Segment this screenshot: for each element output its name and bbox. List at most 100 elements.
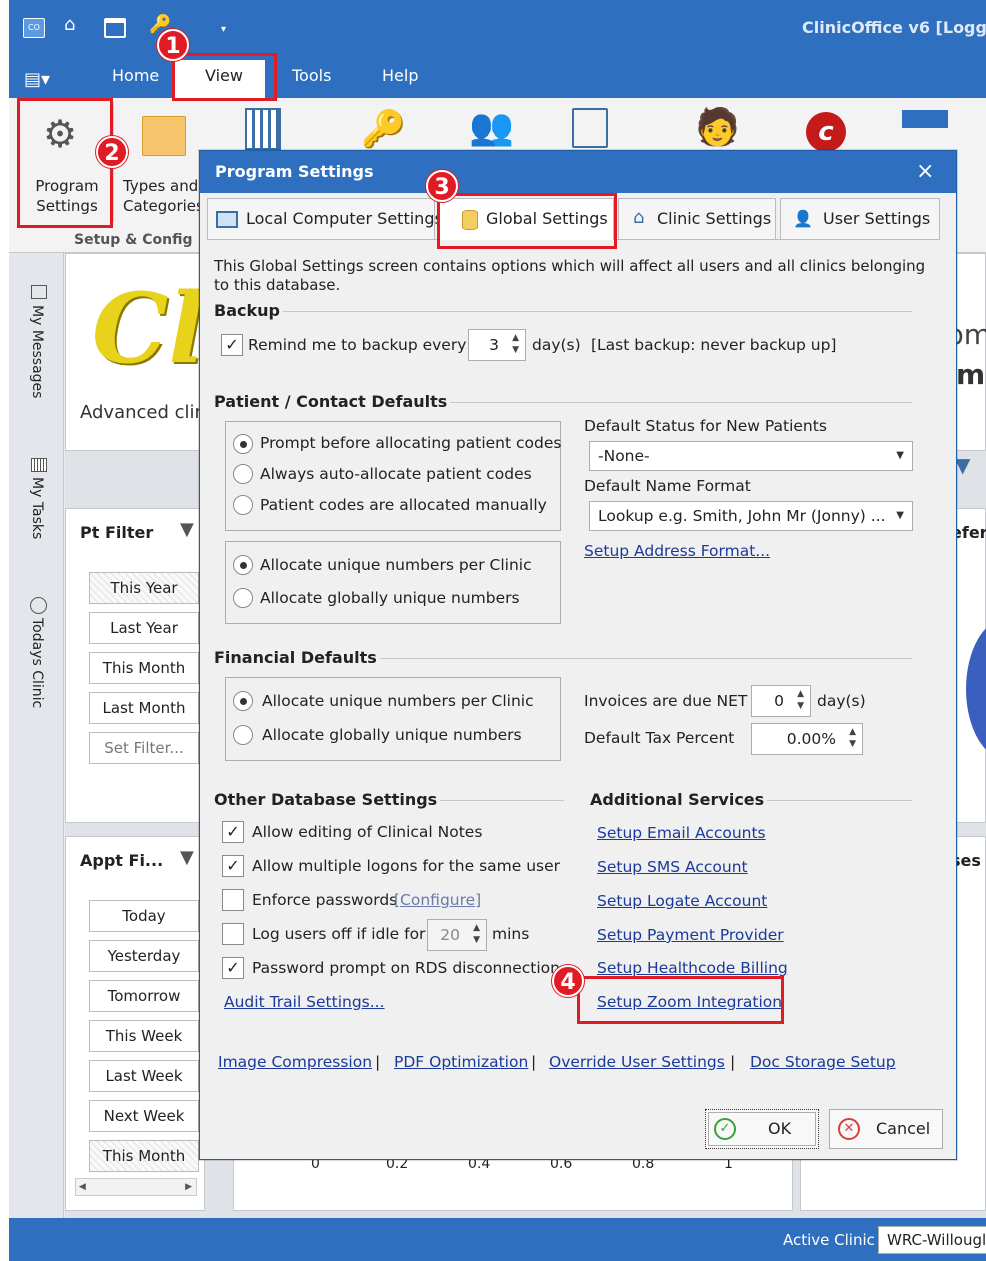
appt-filter-next-week[interactable]: Next Week (89, 1100, 199, 1132)
tab-local-computer-settings[interactable]: Local Computer Settings (207, 198, 443, 240)
calendar-icon[interactable] (104, 18, 126, 38)
invoice-days-spinner[interactable]: 0 ▲ ▼ (751, 685, 811, 717)
allow-multi-checkbox[interactable]: ✓ (222, 855, 244, 877)
radio-manual-codes[interactable] (233, 495, 253, 515)
idle-minutes-spinner[interactable]: 20 ▲ ▼ (427, 919, 487, 951)
name-format-select[interactable]: Lookup e.g. Smith, John Mr (Jonny) ... ▼ (589, 501, 913, 531)
tab-clinic-settings[interactable]: ⌂ Clinic Settings (618, 198, 776, 240)
users-icon[interactable]: 👥 (469, 106, 514, 148)
enforce-passwords-label: Enforce passwords (252, 891, 398, 909)
override-user-settings-link[interactable]: Override User Settings (549, 1053, 725, 1071)
ribbon-group-label: Setup & Config (74, 232, 193, 248)
image-compression-link[interactable]: Image Compression (218, 1053, 372, 1071)
setup-sms-link[interactable]: Setup SMS Account (597, 858, 748, 876)
rds-label: Password prompt on RDS disconnection (252, 959, 560, 977)
setup-email-link[interactable]: Setup Email Accounts (597, 824, 766, 842)
label-auto-codes: Always auto-allocate patient codes (260, 465, 532, 483)
setup-payment-link[interactable]: Setup Payment Provider (597, 926, 784, 944)
home-icon[interactable]: ⌂ (64, 14, 75, 35)
network-icon[interactable] (572, 108, 608, 148)
remind-backup-checkbox[interactable]: ✓ (221, 334, 243, 356)
appt-filter-this-month[interactable]: This Month (89, 1140, 199, 1172)
link-separator: | (531, 1053, 537, 1071)
filter-this-month[interactable]: This Month (89, 652, 199, 684)
logoff-idle-label: Log users off if idle for (252, 925, 426, 943)
todays-clinic-tab[interactable]: Todays Clinic (29, 618, 45, 708)
appt-filter-tomorrow[interactable]: Tomorrow (89, 980, 199, 1012)
menu-home[interactable]: Home (112, 66, 159, 85)
my-tasks-tab[interactable]: My Tasks (29, 477, 45, 539)
spinner-arrows-icon[interactable]: ▲ ▼ (473, 922, 480, 946)
filter-set-filter[interactable]: Set Filter... (89, 732, 199, 764)
label-manual-codes: Patient codes are allocated manually (260, 496, 547, 514)
address-format-link[interactable]: Setup Address Format... (584, 542, 770, 560)
logoff-idle-checkbox[interactable] (222, 923, 244, 945)
audit-trail-link[interactable]: Audit Trail Settings... (224, 993, 385, 1011)
annotation-box-global-settings (437, 193, 617, 249)
idle-minutes-unit: mins (492, 925, 530, 943)
folder-icon[interactable] (142, 116, 186, 156)
annotation-box-program-settings (17, 98, 113, 228)
filter-last-month[interactable]: Last Month (89, 692, 199, 724)
blue-window-icon[interactable] (902, 110, 948, 128)
radio-auto-codes[interactable] (233, 464, 253, 484)
appt-filter-yesterday[interactable]: Yesterday (89, 940, 199, 972)
radio-unique-per-clinic[interactable] (233, 555, 253, 575)
active-clinic-select[interactable]: WRC-Willougl (878, 1226, 986, 1254)
cancel-button[interactable]: ✕ Cancel (829, 1109, 943, 1149)
dropdown-arrow-icon[interactable]: ▾ (221, 24, 226, 35)
spinner-arrows-icon[interactable]: ▲ ▼ (797, 688, 804, 712)
title-bar: CO ⌂ 🔑 ▾ ClinicOffice v6 [Logge (9, 0, 986, 60)
chevron-down-icon: ▼ (896, 450, 904, 461)
menu-help[interactable]: Help (382, 66, 418, 85)
messages-icon[interactable] (31, 285, 47, 299)
tax-percent-spinner[interactable]: 0.00% ▲ ▼ (751, 723, 863, 755)
filter-this-year[interactable]: This Year (89, 572, 199, 604)
pdf-optimization-link[interactable]: PDF Optimization (394, 1053, 528, 1071)
types-categories-button[interactable]: Types and Categories (123, 176, 203, 216)
tax-label: Default Tax Percent (584, 729, 735, 747)
file-menu-icon[interactable]: ▤▾ (24, 69, 50, 90)
appt-filter-icon[interactable]: ▼ (180, 847, 194, 868)
tasks-icon[interactable] (31, 458, 47, 472)
appt-filter-last-week[interactable]: Last Week (89, 1060, 199, 1092)
radio-fin-global[interactable] (233, 725, 253, 745)
backup-days-value: 3 (489, 336, 499, 354)
clock-icon[interactable] (30, 597, 47, 614)
close-icon[interactable]: × (916, 159, 934, 184)
appt-filter-this-week[interactable]: This Week (89, 1020, 199, 1052)
filter-icon[interactable]: ▼ (180, 519, 194, 540)
scrollbar-h[interactable]: ◀ ▶ (75, 1178, 197, 1196)
dropdown-chevron-icon[interactable]: ▼ (955, 453, 970, 477)
filter-last-year[interactable]: Last Year (89, 612, 199, 644)
brand-c-icon[interactable]: c (806, 112, 846, 152)
doc-storage-link[interactable]: Doc Storage Setup (750, 1053, 896, 1071)
backup-days-spinner[interactable]: 3 ▲ ▼ (468, 329, 526, 361)
invoice-days-unit: day(s) (817, 692, 866, 710)
radio-prompt-codes[interactable] (233, 434, 253, 454)
setup-logate-link[interactable]: Setup Logate Account (597, 892, 767, 910)
building-icon[interactable] (245, 108, 281, 150)
key-ribbon-icon[interactable]: 🔑 (361, 108, 406, 150)
label-fin-global: Allocate globally unique numbers (262, 726, 522, 744)
ok-button[interactable]: ✓ OK (705, 1109, 819, 1149)
rds-checkbox[interactable]: ✓ (222, 957, 244, 979)
allow-edit-label: Allow editing of Clinical Notes (252, 823, 483, 841)
allow-edit-checkbox[interactable]: ✓ (222, 821, 244, 843)
radio-fin-unique-clinic[interactable] (233, 691, 253, 711)
doctor-icon[interactable]: 🧑 (695, 106, 740, 148)
spinner-arrows-icon[interactable]: ▲ ▼ (849, 726, 856, 750)
app-logo-icon[interactable]: CO (23, 18, 45, 38)
annotation-badge-3: 3 (426, 170, 458, 202)
appt-filter-today[interactable]: Today (89, 900, 199, 932)
spinner-arrows-icon[interactable]: ▲ ▼ (512, 332, 519, 356)
configure-link[interactable]: [Configure] (394, 891, 481, 909)
tab-user-settings[interactable]: 👤 User Settings (780, 198, 940, 240)
radio-global-unique[interactable] (233, 588, 253, 608)
menu-tools[interactable]: Tools (292, 66, 331, 85)
status-select[interactable]: -None- ▼ (589, 441, 913, 471)
last-backup-text: [Last backup: never backup up] (591, 336, 837, 354)
enforce-passwords-checkbox[interactable] (222, 889, 244, 911)
my-messages-tab[interactable]: My Messages (29, 305, 45, 398)
setup-healthcode-link[interactable]: Setup Healthcode Billing (597, 959, 788, 977)
